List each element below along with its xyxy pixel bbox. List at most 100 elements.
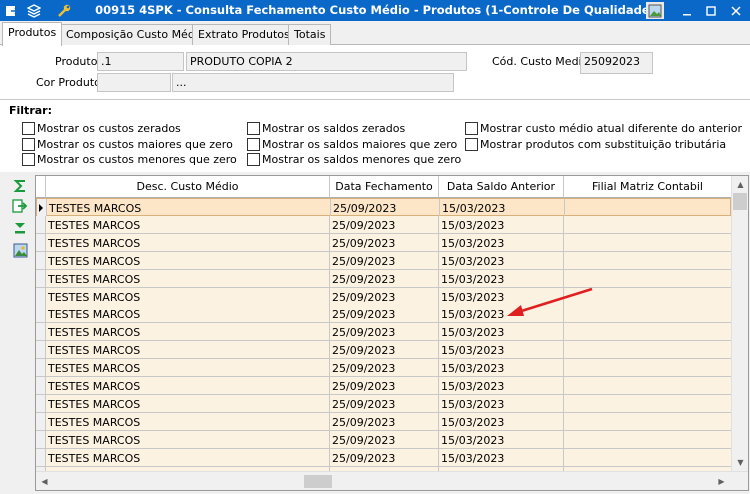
cell-data-saldo[interactable]: 15/03/2023 [439, 233, 564, 252]
cell-desc[interactable]: TESTES MARCOS [46, 359, 330, 378]
layers-icon[interactable] [25, 2, 43, 19]
cell-filial[interactable] [564, 323, 731, 342]
cell-desc[interactable]: TESTES MARCOS [46, 394, 330, 413]
row-indicator[interactable] [36, 448, 46, 467]
cell-filial[interactable] [564, 413, 731, 431]
checkbox-custos-maiores-zero[interactable]: Mostrar os custos maiores que zero [22, 137, 233, 151]
cell-desc[interactable]: TESTES MARCOS [47, 199, 331, 217]
table-row[interactable]: TESTES MARCOS25/09/202315/03/2023 [36, 215, 731, 234]
cell-desc[interactable]: TESTES MARCOS [46, 341, 330, 360]
cell-data-saldo[interactable]: 15/03/2023 [439, 215, 564, 234]
cell-data-fechamento[interactable]: 25/09/2023 [330, 215, 439, 234]
row-indicator[interactable] [36, 287, 46, 306]
checkbox-box[interactable] [22, 121, 35, 135]
checkbox-custo-medio-diferente[interactable]: Mostrar custo médio atual diferente do a… [465, 121, 742, 135]
checkbox-box[interactable] [22, 137, 35, 151]
table-row[interactable]: TESTES MARCOS25/09/202315/03/2023 [36, 448, 731, 467]
cell-data-fechamento[interactable]: 25/09/2023 [330, 233, 439, 252]
cell-filial[interactable] [564, 234, 731, 252]
checkbox-box[interactable] [247, 137, 260, 151]
cell-data-saldo[interactable]: 15/03/2023 [439, 251, 564, 270]
checkbox-saldos-maiores-zero[interactable]: Mostrar os saldos maiores que zero [247, 137, 457, 151]
table-row[interactable]: TESTES MARCOS25/09/202315/03/2023 [36, 233, 731, 252]
table-row[interactable]: TESTES MARCOS25/09/202315/03/2023 [36, 323, 731, 342]
cell-data-fechamento[interactable]: 25/09/2023 [330, 305, 439, 324]
checkbox-box[interactable] [465, 137, 478, 151]
cell-data-fechamento[interactable]: 25/09/2023 [330, 341, 439, 360]
cell-data-saldo[interactable]: 15/03/2023 [440, 199, 565, 217]
cell-desc[interactable]: TESTES MARCOS [46, 269, 330, 288]
cell-data-saldo[interactable]: 15/03/2023 [439, 359, 564, 378]
row-indicator[interactable] [36, 377, 46, 395]
cell-filial[interactable] [564, 377, 731, 395]
horizontal-scrollbar[interactable]: ◀ ▶ [36, 471, 748, 490]
cell-data-saldo[interactable]: 15/03/2023 [439, 341, 564, 360]
cell-data-saldo[interactable]: 15/03/2023 [439, 323, 564, 342]
tab-produtos[interactable]: Produtos [2, 22, 63, 46]
checkbox-box[interactable] [247, 152, 260, 166]
cell-data-fechamento[interactable]: 25/09/2023 [330, 287, 439, 306]
vertical-scroll-thumb[interactable] [733, 193, 747, 210]
image-icon[interactable] [11, 241, 29, 259]
cell-data-fechamento[interactable]: 25/09/2023 [330, 412, 439, 431]
column-header-data-fechamento[interactable]: Data Fechamento [330, 176, 439, 198]
column-header-data-saldo[interactable]: Data Saldo Anterior [439, 176, 564, 198]
cell-data-fechamento[interactable]: 25/09/2023 [330, 269, 439, 288]
cell-filial[interactable] [564, 359, 731, 378]
cell-data-saldo[interactable]: 15/03/2023 [439, 394, 564, 413]
row-indicator[interactable] [36, 323, 46, 342]
cell-data-saldo[interactable]: 15/03/2023 [439, 430, 564, 449]
cell-data-fechamento[interactable]: 25/09/2023 [330, 251, 439, 270]
table-row[interactable]: TESTES MARCOS25/09/202315/03/2023 [36, 394, 731, 413]
row-indicator[interactable] [36, 394, 46, 413]
checkbox-custos-menores-zero[interactable]: Mostrar os custos menores que zero [22, 152, 237, 166]
cell-filial[interactable] [564, 216, 731, 234]
row-indicator[interactable] [36, 305, 46, 324]
cell-desc[interactable]: TESTES MARCOS [46, 233, 330, 252]
cell-desc[interactable]: TESTES MARCOS [46, 287, 330, 306]
cell-filial[interactable] [564, 449, 731, 467]
column-header-desc[interactable]: Desc. Custo Médio [46, 176, 330, 198]
produto-name-field[interactable]: PRODUTO COPIA 2 [186, 52, 467, 71]
checkbox-box[interactable] [247, 121, 260, 135]
cell-desc[interactable]: TESTES MARCOS [46, 377, 330, 395]
scroll-up-icon[interactable]: ▲ [732, 176, 748, 193]
cod-custo-field[interactable]: 25092023 [580, 52, 653, 74]
cell-data-saldo[interactable]: 15/03/2023 [439, 412, 564, 431]
maximize-button[interactable] [697, 0, 725, 21]
scroll-left-icon[interactable]: ◀ [36, 473, 53, 490]
table-row[interactable]: TESTES MARCOS25/09/202315/03/2023 [36, 359, 731, 378]
export-icon[interactable] [11, 197, 29, 215]
row-indicator[interactable] [36, 251, 46, 270]
table-row[interactable]: TESTES MARCOS25/09/202315/03/2023 [36, 430, 731, 449]
wrench-icon[interactable] [55, 2, 73, 19]
expand-down-icon[interactable] [11, 219, 29, 237]
row-indicator[interactable] [36, 341, 46, 360]
window-menu-icon[interactable] [3, 2, 21, 19]
picture-icon[interactable] [646, 2, 664, 19]
cell-filial[interactable] [564, 305, 731, 324]
cell-filial[interactable] [565, 199, 731, 217]
checkbox-substituicao-tributaria[interactable]: Mostrar produtos com substituição tribut… [465, 137, 726, 151]
tab-composicao-custo-medio[interactable]: Composição Custo Médio [60, 24, 211, 45]
cell-data-fechamento[interactable]: 25/09/2023 [330, 394, 439, 413]
row-indicator[interactable] [36, 412, 46, 431]
table-row[interactable]: TESTES MARCOS25/09/202315/03/2023 [36, 251, 731, 270]
cell-data-fechamento[interactable]: 25/09/2023 [330, 359, 439, 378]
cell-desc[interactable]: TESTES MARCOS [46, 251, 330, 270]
cell-data-saldo[interactable]: 15/03/2023 [439, 305, 564, 324]
tab-totais[interactable]: Totais [288, 24, 332, 45]
cell-filial[interactable] [564, 270, 731, 288]
row-indicator[interactable] [37, 199, 47, 217]
table-row[interactable]: TESTES MARCOS25/09/202315/03/2023 [36, 377, 731, 395]
table-row[interactable]: TESTES MARCOS25/09/202315/03/2023 [36, 287, 731, 306]
cell-filial[interactable] [564, 395, 731, 413]
table-row[interactable]: TESTES MARCOS25/09/202315/03/2023 [36, 305, 731, 324]
row-indicator[interactable] [36, 359, 46, 378]
horizontal-scroll-thumb[interactable] [304, 475, 332, 488]
checkbox-box[interactable] [465, 121, 478, 135]
cell-data-fechamento[interactable]: 25/09/2023 [330, 430, 439, 449]
cell-data-fechamento[interactable]: 25/09/2023 [331, 199, 440, 217]
row-indicator[interactable] [36, 233, 46, 252]
table-row[interactable]: TESTES MARCOS25/09/202315/03/2023 [36, 269, 731, 288]
